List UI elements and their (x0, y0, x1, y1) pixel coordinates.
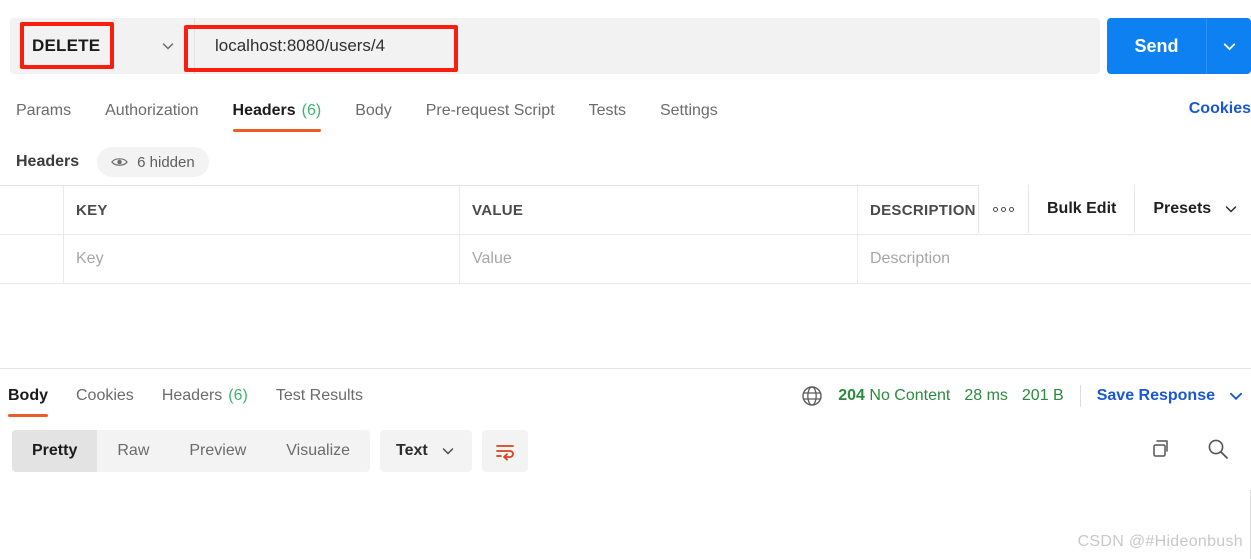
hidden-headers-toggle[interactable]: 6 hidden (97, 147, 209, 177)
tab-body[interactable]: Body (355, 88, 391, 134)
globe-icon[interactable] (800, 384, 824, 408)
value-placeholder: Value (472, 250, 512, 267)
tab-headers[interactable]: Headers (6) (232, 88, 322, 134)
response-tab-test-results[interactable]: Test Results (276, 375, 363, 417)
response-status-strip: 204 No Content 28 ms 201 B Save Response (800, 375, 1251, 417)
response-tab-headers[interactable]: Headers (6) (162, 375, 248, 417)
send-options-button[interactable] (1207, 18, 1251, 74)
status-separator (1079, 385, 1081, 407)
search-icon[interactable] (1205, 436, 1231, 462)
row-key-input[interactable]: Key (64, 235, 460, 283)
column-header-key: KEY (76, 201, 108, 219)
response-format-selector[interactable]: Text (380, 430, 472, 472)
tab-label: Pre-request Script (425, 102, 555, 119)
tab-settings[interactable]: Settings (660, 88, 718, 134)
row-checkbox-cell[interactable] (0, 235, 64, 283)
more-actions-button[interactable] (978, 185, 1028, 233)
description-placeholder: Description (870, 250, 951, 267)
tab-params[interactable]: Params (16, 88, 71, 134)
wrap-text-icon (494, 441, 516, 461)
tab-label: Test Results (275, 387, 363, 404)
response-time[interactable]: 28 ms (964, 387, 1008, 405)
tab-label: Authorization (105, 102, 199, 119)
send-button-group: Send (1107, 18, 1251, 74)
table-header-value-cell: VALUE (460, 186, 858, 234)
response-size[interactable]: 201 B (1022, 387, 1064, 405)
tab-label: Tests (588, 102, 626, 119)
response-tab-bar: Body Cookies Headers (6) Test Results (0, 375, 760, 419)
column-header-description: DESCRIPTION (870, 201, 976, 219)
tab-count: (6) (228, 387, 248, 404)
key-placeholder: Key (76, 250, 104, 267)
body-view-switcher: Pretty Raw Preview Visualize (12, 430, 371, 472)
view-visualize-button[interactable]: Visualize (266, 430, 370, 472)
wrap-lines-button[interactable] (481, 430, 528, 472)
table-actions-group: Bulk Edit Presets (978, 185, 1251, 233)
response-format-label: Text (396, 442, 428, 459)
tab-count: (6) (301, 102, 322, 119)
copy-icon[interactable] (1149, 437, 1173, 461)
http-method-label: DELETE (32, 36, 101, 55)
column-header-value: VALUE (472, 201, 524, 219)
response-body-toolbar: Pretty Raw Preview Visualize Text (12, 430, 528, 472)
cookies-link[interactable]: Cookies (1189, 100, 1251, 118)
view-raw-button[interactable]: Raw (97, 430, 169, 472)
table-row: Key Value Description (0, 234, 1251, 284)
tab-label: Headers (161, 387, 223, 404)
row-description-input[interactable]: Description (858, 235, 1251, 283)
request-url-text: localhost:8080/users/4 (215, 36, 386, 55)
save-response-button[interactable]: Save Response (1097, 387, 1215, 405)
table-header-checkbox-cell (0, 186, 64, 234)
headers-subbar: Headers 6 hidden (0, 140, 1251, 184)
url-bar: DELETE localhost:8080/users/4 Send (0, 0, 1251, 88)
headers-section-title: Headers (16, 153, 80, 170)
hidden-headers-count: 6 hidden (137, 153, 195, 171)
row-value-input[interactable]: Value (460, 235, 858, 283)
request-url-shell: DELETE localhost:8080/users/4 (10, 18, 1100, 74)
save-response-caret-button[interactable] (1227, 387, 1245, 405)
presets-label: Presets (1153, 200, 1212, 217)
chevron-down-icon (1227, 387, 1245, 405)
tab-label: Headers (232, 102, 296, 119)
response-status[interactable]: 204 No Content (838, 387, 950, 405)
response-body-editor[interactable]: 1 (0, 485, 1251, 559)
watermark: CSDN @#Hideonbush (1077, 533, 1243, 550)
postman-request-response-view: DELETE localhost:8080/users/4 Send Param… (0, 0, 1251, 559)
tab-label: Cookies (76, 387, 134, 404)
view-pretty-button[interactable]: Pretty (12, 430, 98, 472)
request-url-input[interactable]: localhost:8080/users/4 (195, 18, 1100, 74)
response-body-actions (1149, 436, 1231, 462)
presets-button[interactable]: Presets (1134, 185, 1251, 233)
response-tab-body[interactable]: Body (8, 375, 48, 417)
chevron-down-icon (1223, 201, 1239, 217)
chevron-down-icon (1221, 38, 1238, 55)
send-button[interactable]: Send (1107, 18, 1207, 74)
ellipsis-icon (993, 206, 1014, 212)
view-preview-button[interactable]: Preview (169, 430, 266, 472)
chevron-down-icon (160, 38, 176, 54)
request-tab-bar: Params Authorization Headers (6) Body Pre… (0, 88, 1251, 136)
tab-label: Settings (659, 102, 718, 119)
http-method-selector[interactable]: DELETE (10, 18, 195, 74)
eye-icon (111, 156, 128, 168)
tab-label: Body (8, 387, 48, 404)
table-header-key-cell: KEY (64, 186, 460, 234)
tab-pre-request-script[interactable]: Pre-request Script (426, 88, 555, 134)
tab-tests[interactable]: Tests (589, 88, 626, 134)
response-tab-cookies[interactable]: Cookies (76, 375, 134, 417)
status-code: 204 (838, 387, 865, 404)
pane-divider[interactable] (0, 368, 1251, 369)
bulk-edit-button[interactable]: Bulk Edit (1028, 185, 1134, 233)
chevron-down-icon (440, 443, 456, 459)
status-text: No Content (869, 387, 951, 404)
tab-label: Params (16, 102, 72, 119)
tab-authorization[interactable]: Authorization (105, 88, 198, 134)
tab-label: Body (355, 102, 392, 119)
